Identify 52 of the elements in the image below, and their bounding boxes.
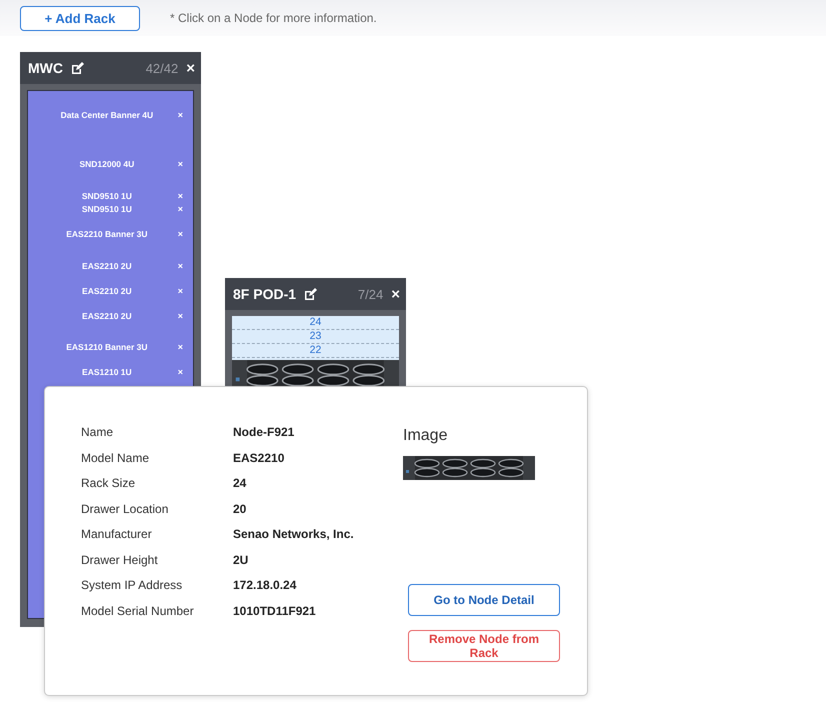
remove-node-button[interactable]: × xyxy=(178,342,183,352)
add-rack-button[interactable]: + Add Rack xyxy=(20,6,140,30)
field-value: 20 xyxy=(233,502,248,516)
node-count: 42/42 xyxy=(146,60,178,76)
edit-icon[interactable] xyxy=(71,62,84,74)
rack-name: 8F POD-1 xyxy=(233,286,296,302)
field-label: Name xyxy=(81,425,114,439)
slot-number: 23 xyxy=(232,330,399,344)
field-value: 2U xyxy=(233,552,250,566)
rack-node[interactable]: EAS2210 2U xyxy=(28,260,178,270)
close-button[interactable]: × xyxy=(186,60,195,76)
rack-name: MWC xyxy=(28,60,63,76)
remove-node-button[interactable]: × xyxy=(178,310,183,320)
remove-node-button[interactable]: × xyxy=(178,228,183,238)
node-count: 7/24 xyxy=(358,286,384,302)
field-label: Model Serial Number xyxy=(81,604,195,618)
field-value: 172.18.0.24 xyxy=(233,578,298,592)
remove-node-button[interactable]: × xyxy=(178,110,183,120)
image-label: Image xyxy=(403,427,448,445)
remove-node-button[interactable]: × xyxy=(178,260,183,270)
rack-node[interactable]: EAS2210 2U xyxy=(28,286,178,296)
remove-node-button[interactable]: × xyxy=(178,286,183,296)
field-value: EAS2210 xyxy=(233,450,286,464)
field-value: Node-F921 xyxy=(233,425,296,439)
edit-icon[interactable] xyxy=(304,288,318,300)
node-detail-button[interactable]: Go to Node Detail xyxy=(408,584,560,616)
rack-node[interactable]: EAS1210 Banner 3U xyxy=(28,342,178,352)
remove-node-button[interactable]: × xyxy=(178,366,183,376)
field-value: Senao Networks, Inc. xyxy=(233,527,355,541)
rack-node[interactable]: SND9510 1U xyxy=(28,204,178,214)
field-label: Manufacturer xyxy=(81,527,153,541)
field-value: 24 xyxy=(233,476,248,490)
remove-node-button[interactable]: × xyxy=(178,190,183,200)
slot-number: 22 xyxy=(232,344,399,358)
field-value: 1010TD11F921 xyxy=(233,604,317,618)
rack-node[interactable]: SND9510 1U xyxy=(28,190,178,200)
field-label: Rack Size xyxy=(81,476,136,490)
rack-node[interactable]: EAS2210 Banner 3U xyxy=(28,228,178,238)
rack-node[interactable]: EAS2210 2U xyxy=(28,310,178,320)
rack-node[interactable]: Data Center Banner 4U xyxy=(28,110,178,120)
rack-node[interactable]: SND12000 4U xyxy=(28,158,178,168)
hint-text: * Click on a Node for more information. xyxy=(170,11,377,25)
rack-node[interactable]: EAS1210 1U xyxy=(28,366,178,376)
close-button[interactable]: × xyxy=(391,286,400,302)
field-label: System IP Address xyxy=(81,578,184,592)
field-label: Model Name xyxy=(81,450,150,464)
remove-node-button[interactable]: × xyxy=(178,158,183,168)
remove-node-button[interactable]: Remove Node from Rack xyxy=(408,630,560,662)
field-label: Drawer Location xyxy=(81,502,170,516)
slot-number: 24 xyxy=(232,316,399,330)
remove-node-button[interactable]: × xyxy=(178,204,183,214)
field-label: Drawer Height xyxy=(81,552,159,566)
